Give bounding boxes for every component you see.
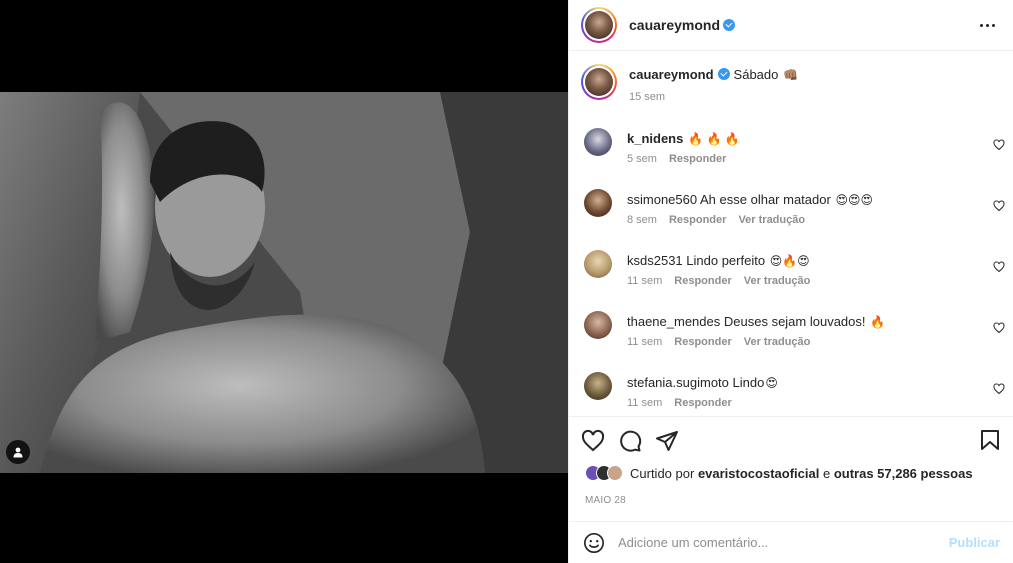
comment-emoji: 🔥 🔥 🔥 [688, 132, 740, 146]
post-dialog: cauareymond cauareymond Sábado 👊🏽 15 sem [0, 0, 1013, 563]
commenter-avatar[interactable] [584, 372, 612, 400]
more-options-button[interactable] [974, 18, 1001, 33]
comment-item: ssimone560 Ah esse olhar matador 😍😍😍 8 s… [569, 185, 1013, 246]
comment-item: thaene_mendes Deuses sejam louvados! 🔥 1… [569, 307, 1013, 368]
comment-emoji: 😍🔥😍 [769, 254, 810, 268]
comment-time[interactable]: 11 sem [627, 397, 662, 409]
liker-username[interactable]: evaristocostaoficial [698, 466, 819, 481]
caption-time[interactable]: 15 sem [629, 91, 665, 103]
comment-item: ksds2531 Lindo perfeito 😍🔥😍 11 sem Respon… [569, 246, 1013, 307]
comment-username[interactable]: stefania.sugimoto [627, 375, 729, 390]
post-actions-bar [569, 417, 1013, 465]
caption-text: Sábado [733, 67, 779, 82]
post-media [0, 0, 568, 563]
likes-others-link[interactable]: outras 57,286 pessoas [834, 466, 973, 481]
reply-button[interactable]: Responder [674, 275, 731, 287]
author-avatar[interactable] [581, 7, 617, 43]
comment-username[interactable]: k_nidens [627, 131, 683, 146]
caption-author-avatar[interactable] [581, 64, 617, 100]
reply-button[interactable]: Responder [674, 397, 731, 409]
commenter-avatar[interactable] [584, 189, 612, 217]
post-caption: cauareymond Sábado 👊🏽 15 sem [569, 51, 1013, 124]
comment-like-icon[interactable] [993, 200, 1005, 212]
bookmark-icon[interactable] [978, 428, 1002, 452]
comment-text: Ah esse olhar matador [700, 192, 831, 207]
user-tag-icon [13, 447, 23, 458]
comment-text: Deuses sejam louvados! [723, 314, 866, 329]
commenter-avatar[interactable] [584, 128, 612, 156]
post-header: cauareymond [569, 0, 1013, 51]
commenter-avatar[interactable] [584, 311, 612, 339]
comment-time[interactable]: 11 sem [627, 275, 662, 287]
comment-time[interactable]: 11 sem [627, 336, 662, 348]
comment-emoji: 🔥 [870, 315, 886, 329]
comment-text: Lindo [732, 375, 765, 390]
see-translation-button[interactable]: Ver tradução [744, 336, 811, 348]
post-side-panel: cauareymond cauareymond Sábado 👊🏽 15 sem [568, 0, 1013, 563]
reply-button[interactable]: Responder [674, 336, 731, 348]
comment-time[interactable]: 8 sem [627, 214, 657, 226]
comment-like-icon[interactable] [993, 261, 1005, 273]
comment-username[interactable]: ksds2531 [627, 253, 683, 268]
likes-prefix: Curtido por [630, 465, 695, 481]
publish-button[interactable]: Publicar [949, 535, 1000, 550]
see-translation-button[interactable]: Ver tradução [744, 275, 811, 287]
post-photo[interactable] [0, 92, 568, 473]
smiley-icon[interactable] [583, 532, 605, 554]
reply-button[interactable]: Responder [669, 153, 726, 165]
verified-badge-icon [717, 68, 730, 80]
comment-username[interactable]: ssimone560 [627, 192, 697, 207]
likes-connector: e [822, 465, 831, 481]
comment-input[interactable]: Adicione um comentário... [618, 535, 949, 550]
add-comment-bar: Adicione um comentário... Publicar [569, 521, 1013, 563]
heart-icon[interactable] [581, 429, 605, 453]
verified-badge-icon [723, 19, 736, 31]
comment-emoji: 😍😍😍 [835, 193, 873, 207]
more-horizontal-icon [980, 23, 983, 27]
comment-text: Lindo perfeito [686, 253, 766, 268]
comment-bubble-icon[interactable] [618, 429, 642, 453]
comment-item: k_nidens 🔥 🔥 🔥 5 sem Responder [569, 124, 1013, 185]
post-date[interactable]: MAIO 28 [585, 495, 626, 506]
comment-like-icon[interactable] [993, 322, 1005, 334]
comment-like-icon[interactable] [993, 139, 1005, 151]
author-username[interactable]: cauareymond [629, 17, 720, 33]
liker-avatar[interactable] [607, 465, 623, 481]
comment-username[interactable]: thaene_mendes [627, 314, 720, 329]
user-tag-button[interactable] [6, 440, 30, 464]
caption-emoji: 👊🏽 [783, 68, 798, 82]
commenter-avatar[interactable] [584, 250, 612, 278]
comments-list[interactable]: cauareymond Sábado 👊🏽 15 sem k_nidens 🔥 🔥 … [569, 51, 1013, 417]
caption-username[interactable]: cauareymond [629, 67, 714, 82]
comment-item: stefania.sugimoto Lindo😍 11 sem Responder [569, 368, 1013, 416]
comment-time[interactable]: 5 sem [627, 153, 657, 165]
likes-summary: Curtido por evaristocostaoficial e outra… [585, 465, 1001, 481]
comment-like-icon[interactable] [993, 383, 1005, 395]
comment-emoji: 😍 [765, 376, 778, 390]
paper-plane-icon[interactable] [655, 429, 679, 453]
see-translation-button[interactable]: Ver tradução [738, 214, 805, 226]
reply-button[interactable]: Responder [669, 214, 726, 226]
